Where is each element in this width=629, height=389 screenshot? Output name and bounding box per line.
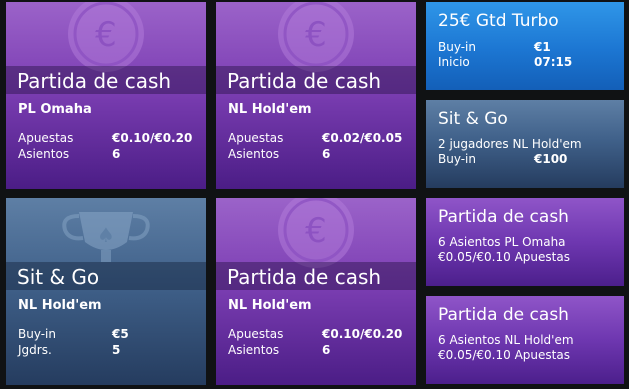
svg-text:€: € [95, 15, 117, 55]
seats-game: 6 Asientos NL Hold'em [438, 333, 574, 347]
seats-row: Asientos 6 [18, 147, 121, 161]
tile-cash-pl-omaha[interactable]: € Partida de cash PL Omaha Apuestas €0.10… [6, 2, 206, 189]
tile-title: Partida de cash [17, 69, 172, 93]
buyin-row: Buy-in €5 [18, 327, 129, 341]
seats-row: Asientos 6 [228, 343, 331, 357]
tile-title: Partida de cash [438, 207, 569, 227]
start-row: Inicio 07:15 [438, 55, 573, 69]
svg-text:♠: ♠ [97, 223, 115, 247]
tile-title: 25€ Gtd Turbo [438, 11, 559, 31]
tile-cash-nl-holdem-2[interactable]: € Partida de cash NL Hold'em Apuestas €0.… [216, 198, 416, 385]
tile-title: Sit & Go [17, 265, 100, 289]
tile-sitgo-nl-holdem[interactable]: ♠ Sit & Go NL Hold'em Buy-in €5 Jgdrs. 5 [6, 198, 206, 385]
tile-title: Sit & Go [438, 109, 508, 129]
stakes: €0.05/€0.10 Apuestas [438, 348, 570, 362]
buyin-row: Buy-in €1 [438, 40, 551, 54]
tile-sitgo-2-players[interactable]: Sit & Go 2 jugadores NL Hold'em Buy-in €1… [426, 100, 624, 188]
tile-cash-nl-holdem[interactable]: € Partida de cash NL Hold'em Apuestas €0.… [216, 2, 416, 189]
players-row: Jgdrs. 5 [18, 343, 121, 357]
svg-text:€: € [305, 15, 327, 55]
tile-cash-pl-omaha-small[interactable]: Partida de cash 6 Asientos PL Omaha €0.0… [426, 198, 624, 286]
game-type: NL Hold'em [18, 298, 102, 313]
seats-game: 6 Asientos PL Omaha [438, 235, 566, 249]
stakes: €0.05/€0.10 Apuestas [438, 250, 570, 264]
stakes-row: Apuestas €0.10/€0.20 [18, 131, 193, 145]
tile-title: Partida de cash [227, 265, 382, 289]
stakes-row: Apuestas €0.10/€0.20 [228, 327, 403, 341]
tile-cash-nl-holdem-small[interactable]: Partida de cash 6 Asientos NL Hold'em €0… [426, 296, 624, 384]
game-description: 2 jugadores NL Hold'em [438, 137, 582, 151]
game-type: NL Hold'em [228, 102, 312, 117]
stakes-row: Apuestas €0.02/€0.05 [228, 131, 403, 145]
seats-row: Asientos 6 [228, 147, 331, 161]
tile-turbo-tournament[interactable]: 25€ Gtd Turbo Buy-in €1 Inicio 07:15 [426, 2, 624, 90]
svg-text:€: € [305, 211, 327, 251]
tile-title: Partida de cash [438, 305, 569, 325]
game-type: NL Hold'em [228, 298, 312, 313]
buyin-row: Buy-in €100 [438, 152, 568, 166]
game-type: PL Omaha [18, 102, 92, 117]
tile-title: Partida de cash [227, 69, 382, 93]
